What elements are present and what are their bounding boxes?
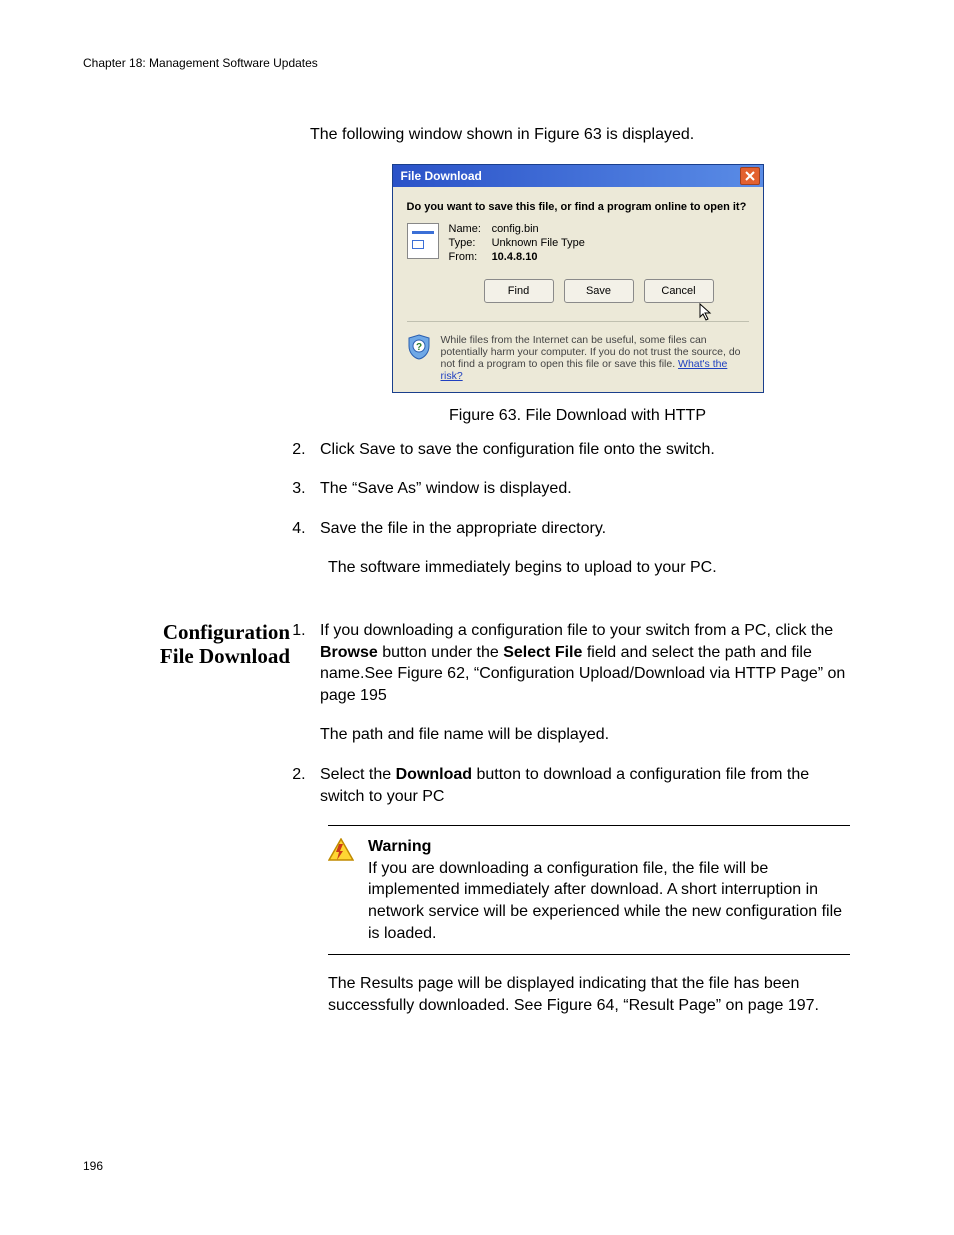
shield-icon: ?	[407, 334, 431, 360]
download-step-1: If you downloading a configuration file …	[310, 620, 850, 746]
dl2-a: Select the	[320, 766, 396, 783]
warning-block: Warning If you are downloading a configu…	[328, 825, 850, 955]
path-paragraph: The path and file name will be displayed…	[320, 724, 850, 746]
page-number: 196	[83, 1159, 103, 1173]
from-value: 10.4.8.10	[492, 251, 538, 263]
name-value: config.bin	[492, 223, 539, 235]
dl1-select: Select File	[503, 644, 582, 661]
svg-text:?: ?	[415, 342, 421, 353]
dl1-browse: Browse	[320, 644, 378, 661]
find-button[interactable]: Find	[484, 279, 554, 303]
cursor-icon	[699, 303, 713, 326]
figure-caption: Figure 63. File Download with HTTP	[310, 407, 845, 425]
type-value: Unknown File Type	[492, 237, 585, 249]
section-heading-line2: File Download	[160, 644, 290, 668]
warning-icon	[328, 836, 358, 867]
file-icon	[407, 223, 439, 259]
results-paragraph: The Results page will be displayed indic…	[328, 973, 850, 1016]
dl1-b: button under the	[378, 644, 503, 661]
dialog-question: Do you want to save this file, or find a…	[407, 201, 749, 213]
dialog-title: File Download	[401, 169, 482, 183]
dl1-a: If you downloading a configuration file …	[320, 622, 833, 639]
step-4: Save the file in the appropriate directo…	[310, 518, 845, 540]
intro-paragraph: The following window shown in Figure 63 …	[310, 124, 845, 146]
type-label: Type:	[449, 237, 489, 249]
step-2: Click Save to save the configuration fil…	[310, 439, 845, 461]
upload-paragraph: The software immediately begins to uploa…	[328, 557, 845, 579]
warning-title: Warning	[368, 836, 850, 858]
name-label: Name:	[449, 223, 489, 235]
warning-body: If you are downloading a configuration f…	[368, 860, 842, 942]
cancel-button[interactable]: Cancel	[644, 279, 714, 303]
section-heading: Configuration File Download	[115, 620, 290, 668]
close-icon[interactable]	[740, 167, 760, 185]
dl2-download: Download	[396, 766, 472, 783]
save-button[interactable]: Save	[564, 279, 634, 303]
info-text: While files from the Internet can be use…	[441, 334, 749, 382]
dialog-titlebar: File Download	[393, 165, 763, 187]
step-3: The “Save As” window is displayed.	[310, 478, 845, 500]
file-download-dialog: File Download Do you want to save this f…	[392, 164, 764, 393]
chapter-header: Chapter 18: Management Software Updates	[83, 56, 318, 70]
download-step-2: Select the Download button to download a…	[310, 764, 850, 807]
section-heading-line1: Configuration	[163, 620, 290, 644]
from-label: From:	[449, 251, 489, 263]
